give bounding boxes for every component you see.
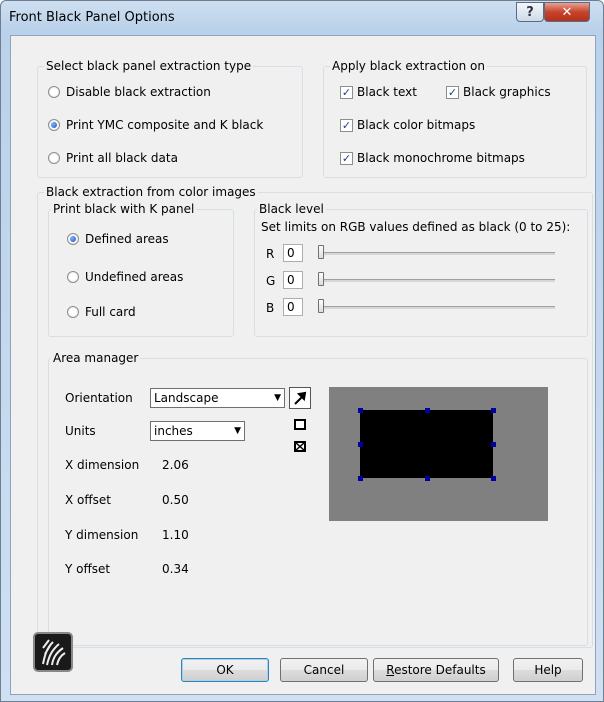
units-select[interactable]: inches ▼	[150, 421, 245, 441]
g-value-field[interactable]: 0	[283, 271, 303, 289]
y-dimension-value: 1.10	[162, 528, 189, 542]
chevron-down-icon: ▼	[234, 426, 241, 436]
orientation-value: Landscape	[154, 391, 219, 405]
area-manager-group: Area manager Orientation Landscape ▼ Uni…	[48, 351, 588, 646]
radio-button[interactable]	[48, 86, 60, 98]
y-offset-label: Y offset	[65, 562, 111, 576]
extraction-type-group: Select black panel extraction type Disab…	[37, 59, 303, 178]
help-title-button[interactable]: ?	[516, 2, 544, 22]
checkbox-checked[interactable]: ✓	[446, 85, 459, 99]
radio-print-ymc-composite[interactable]: Print YMC composite and K black	[48, 118, 263, 132]
r-slider-thumb[interactable]	[318, 245, 324, 259]
units-label: Units	[65, 424, 96, 438]
checkbox-checked[interactable]: ✓	[340, 151, 353, 165]
checkbox-label: Black color bitmaps	[357, 118, 476, 132]
checkbox-black-monochrome-bitmaps[interactable]: ✓ Black monochrome bitmaps	[340, 151, 525, 165]
black-level-group: Black level Set limits on RGB values def…	[254, 202, 588, 337]
y-offset-value: 0.34	[162, 562, 189, 576]
x-dimension-label: X dimension	[65, 458, 140, 472]
radio-defined-areas[interactable]: Defined areas	[67, 232, 169, 246]
dialog-client-area: Select black panel extraction type Disab…	[10, 35, 596, 695]
chevron-down-icon: ▼	[274, 393, 281, 403]
k-panel-group: Print black with K panel Defined areas U…	[48, 202, 234, 337]
orientation-label: Orientation	[65, 391, 133, 405]
title-bar[interactable]: Front Black Panel Options ? ✕	[1, 1, 603, 35]
black-level-legend: Black level	[257, 202, 326, 216]
radio-print-all-black[interactable]: Print all black data	[48, 151, 178, 165]
resize-handle[interactable]	[491, 476, 496, 481]
g-label: G	[266, 274, 276, 288]
restore-defaults-button[interactable]: Restore Defaults	[373, 658, 499, 682]
ok-button[interactable]: OK	[181, 658, 269, 682]
apply-extraction-group: Apply black extraction on ✓ Black text ✓…	[323, 59, 587, 178]
b-value-field[interactable]: 0	[283, 298, 303, 316]
r-value-field[interactable]: 0	[283, 244, 303, 262]
k-panel-legend: Print black with K panel	[51, 202, 197, 216]
radio-full-card[interactable]: Full card	[67, 305, 136, 319]
checkbox-checked[interactable]: ✓	[340, 85, 353, 99]
radio-button[interactable]	[67, 271, 79, 283]
b-label: B	[266, 301, 275, 315]
help-button[interactable]: Help	[513, 658, 583, 682]
restore-mnemonic: R	[386, 663, 395, 677]
g-slider-track[interactable]	[321, 279, 555, 282]
x-offset-value: 0.50	[162, 493, 189, 507]
card-preview[interactable]	[329, 387, 548, 521]
resize-handle[interactable]	[491, 408, 496, 413]
radio-label: Full card	[85, 305, 136, 319]
window-title: Front Black Panel Options	[9, 10, 175, 25]
radio-button-selected[interactable]	[48, 119, 60, 131]
radio-button[interactable]	[67, 306, 79, 318]
radio-label: Print YMC composite and K black	[66, 118, 264, 132]
radio-button-selected[interactable]	[67, 233, 79, 245]
x-dimension-value: 2.06	[162, 458, 189, 472]
checkbox-checked[interactable]: ✓	[340, 118, 353, 132]
rectangle-icon[interactable]	[289, 415, 311, 437]
dialog-window: Front Black Panel Options ? ✕ Select bla…	[0, 0, 604, 702]
apply-extraction-legend: Apply black extraction on	[330, 59, 487, 73]
area-manager-legend: Area manager	[51, 351, 141, 365]
checkbox-label: Black text	[357, 85, 417, 99]
select-arrow-icon[interactable]	[289, 387, 311, 409]
resize-handle[interactable]	[491, 442, 496, 447]
radio-undefined-areas[interactable]: Undefined areas	[67, 270, 183, 284]
extraction-type-legend: Select black panel extraction type	[44, 59, 254, 73]
g-slider-thumb[interactable]	[318, 272, 324, 286]
b-slider-track[interactable]	[321, 306, 555, 309]
r-slider-track[interactable]	[321, 252, 555, 255]
resize-handle[interactable]	[425, 408, 430, 413]
r-label: R	[266, 247, 275, 261]
units-value: inches	[154, 424, 193, 438]
color-images-group: Black extraction from color images Print…	[37, 185, 593, 648]
cancel-button[interactable]: Cancel	[280, 658, 368, 682]
checkbox-black-text[interactable]: ✓ Black text	[340, 85, 417, 99]
b-slider-thumb[interactable]	[318, 299, 324, 313]
checkbox-black-color-bitmaps[interactable]: ✓ Black color bitmaps	[340, 118, 475, 132]
resize-handle[interactable]	[358, 408, 363, 413]
restore-label: estore Defaults	[394, 663, 486, 677]
radio-label: Undefined areas	[85, 270, 184, 284]
color-images-legend: Black extraction from color images	[44, 185, 258, 199]
checkbox-label: Black monochrome bitmaps	[357, 151, 525, 165]
close-button[interactable]: ✕	[544, 2, 590, 22]
radio-label: Defined areas	[85, 232, 169, 246]
orientation-select[interactable]: Landscape ▼	[150, 388, 285, 408]
black-level-description: Set limits on RGB values defined as blac…	[261, 220, 571, 234]
delete-area-icon[interactable]	[289, 437, 311, 459]
resize-handle[interactable]	[358, 476, 363, 481]
checkbox-label: Black graphics	[463, 85, 551, 99]
zebra-logo	[33, 632, 73, 672]
radio-disable-extraction[interactable]: Disable black extraction	[48, 85, 211, 99]
radio-label: Disable black extraction	[66, 85, 211, 99]
radio-label: Print all black data	[66, 151, 178, 165]
resize-handle[interactable]	[358, 442, 363, 447]
y-dimension-label: Y dimension	[65, 528, 139, 542]
defined-area[interactable]	[360, 410, 493, 478]
radio-button[interactable]	[48, 152, 60, 164]
x-offset-label: X offset	[65, 493, 111, 507]
resize-handle[interactable]	[425, 476, 430, 481]
checkbox-black-graphics[interactable]: ✓ Black graphics	[446, 85, 551, 99]
